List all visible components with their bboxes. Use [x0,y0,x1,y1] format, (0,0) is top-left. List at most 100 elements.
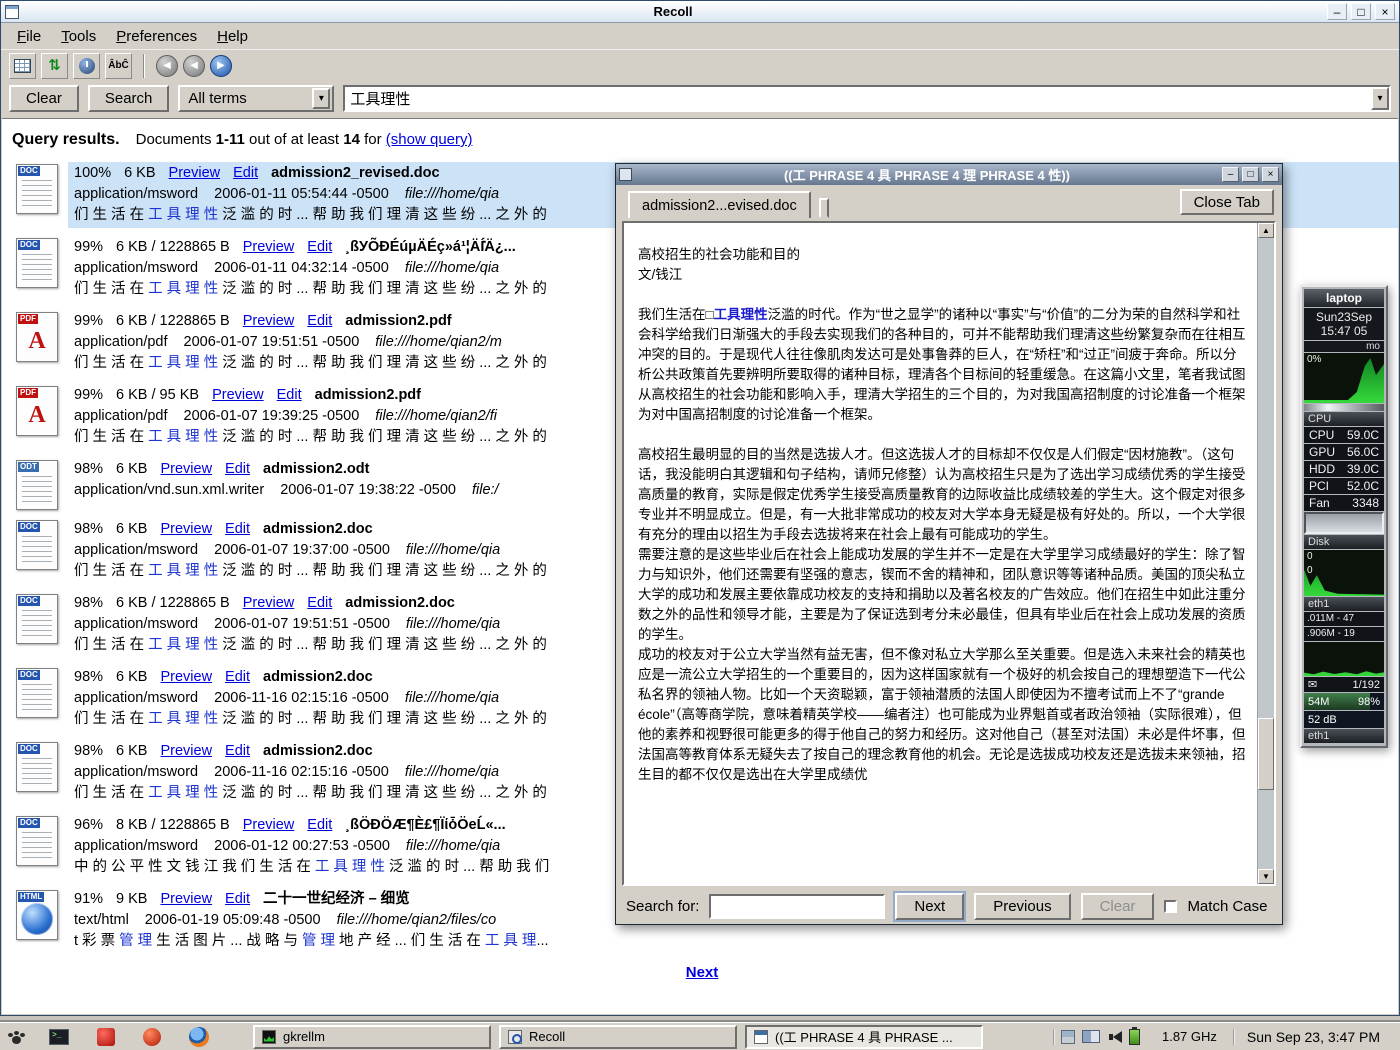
edit-link[interactable]: Edit [307,595,332,611]
preview-title-bar[interactable]: ((工 PHRASE 4 具 PHRASE 4 理 PHRASE 4 性)) –… [616,164,1282,185]
preview-link[interactable]: Preview [160,669,212,685]
menu-item[interactable]: Help [207,25,258,48]
taskbar-clock[interactable]: Sun Sep 23, 3:47 PM [1233,1029,1394,1045]
search-button[interactable]: Search [88,85,170,112]
media-player-launcher-icon[interactable] [97,1028,115,1046]
title-bar[interactable]: Recoll – □ × [1,1,1399,23]
file-type-icon[interactable] [16,238,58,288]
preview-link[interactable]: Preview [160,743,212,759]
menu-item[interactable]: File [7,25,51,48]
file-type-icon[interactable] [16,890,58,940]
preview-link[interactable]: Preview [160,461,212,477]
close-button[interactable]: × [1262,167,1279,182]
scrollbar-track[interactable] [1258,238,1274,869]
scrollbar-thumb[interactable] [1258,718,1274,790]
window-maker-icon[interactable] [12,1036,21,1044]
search-input[interactable] [345,87,1371,110]
file-type-icon[interactable] [16,386,58,436]
volume-icon[interactable] [1107,1031,1122,1043]
preview-link[interactable]: Preview [243,239,295,255]
maximize-button[interactable]: □ [1242,167,1259,182]
file-type-icon[interactable] [16,460,58,510]
show-query-link[interactable]: (show query) [386,131,473,148]
menu-item[interactable]: Tools [51,25,106,48]
keyboard-layout-icon[interactable] [1061,1030,1075,1044]
memory-meter[interactable]: 54M 98% [1304,693,1384,710]
previous-page-button[interactable]: ◀ [183,55,205,77]
terminal-launcher-icon[interactable] [49,1029,69,1045]
edit-link[interactable]: Edit [225,461,250,477]
minimize-button[interactable]: – [1222,167,1239,182]
history-button[interactable] [73,53,100,79]
search-mode-dropdown[interactable]: All terms ▾ [178,85,334,112]
firefox-launcher-icon[interactable] [189,1027,209,1047]
preview-link[interactable]: Preview [243,817,295,833]
minimize-button[interactable]: – [1327,3,1347,20]
task-label: ((工 PHRASE 4 具 PHRASE ... [775,1027,953,1046]
result-url: file:///home/qian2/fi [375,408,497,424]
close-button[interactable]: × [1375,3,1395,20]
window-menu-icon[interactable] [619,168,632,181]
task-window-icon [508,1030,522,1044]
file-type-icon[interactable] [16,164,58,214]
file-type-icon[interactable] [16,594,58,644]
file-type-icon[interactable] [16,816,58,866]
file-type-icon[interactable] [16,520,58,570]
find-next-button[interactable]: Next [895,893,964,920]
taskbar-task-button[interactable]: ((工 PHRASE 4 具 PHRASE ... [745,1025,983,1049]
edit-link[interactable]: Edit [225,521,250,537]
history-chevron-icon[interactable]: ▾ [1371,87,1389,110]
window-menu-icon[interactable] [5,5,19,19]
edit-link[interactable]: Edit [233,165,258,181]
preview-document-text[interactable]: 高校招生的社会功能和目的文/钱江我们生活在□工具理性泛滥的时代。作为“世之显学”… [624,223,1257,884]
preview-link[interactable]: Preview [212,387,264,403]
term-explorer-button[interactable]: ÂbĈ [105,53,132,79]
preview-paragraph: 高校招生最明显的目的当然是选拔人才。但这选拔人才的目标却不仅仅是人们假定“因材施… [638,445,1249,545]
menu-item[interactable]: Preferences [106,25,207,48]
preview-link[interactable]: Preview [169,165,221,181]
next-results-link[interactable]: Next [686,964,719,981]
results-total: 14 [343,131,360,148]
next-page-button[interactable]: ▶ [210,55,232,77]
edit-link[interactable]: Edit [307,817,332,833]
match-case-checkbox[interactable] [1164,900,1177,913]
preview-tab[interactable]: admission2...evised.doc [628,191,811,218]
table-view-button[interactable] [9,53,36,79]
taskbar-task-button[interactable]: Recoll [499,1025,737,1049]
edit-link[interactable]: Edit [307,313,332,329]
edit-link[interactable]: Edit [225,743,250,759]
maximize-button[interactable]: □ [1351,3,1371,20]
package-launcher-icon[interactable] [143,1028,161,1046]
file-type-icon[interactable] [16,742,58,792]
preview-scrollbar[interactable]: ▲ ▼ [1257,223,1274,884]
spell-icon: ÂbĈ [108,60,129,71]
text-segment: 泛 滥 的 时 ... 帮 助 我 们 理 清 这 些 纷 ... 之 外 的 [218,785,547,801]
first-page-button[interactable]: ◀ [156,55,178,77]
preview-link[interactable]: Preview [243,595,295,611]
taskbar-task-button[interactable]: gkrellm [253,1025,491,1049]
file-type-icon[interactable] [16,312,58,362]
edit-link[interactable]: Edit [225,669,250,685]
preview-link[interactable]: Preview [160,891,212,907]
volume-meter[interactable]: 52 dB [1304,711,1384,728]
relevance-percent: 98% [74,521,103,537]
find-previous-button[interactable]: Previous [974,893,1070,920]
find-clear-button[interactable]: Clear [1081,893,1155,920]
result-date: 2006-01-07 19:37:00 -0500 [214,542,390,558]
highlighted-term: 工 具 理 性 [148,711,218,727]
scroll-up-arrow[interactable]: ▲ [1258,223,1274,238]
preview-link[interactable]: Preview [243,313,295,329]
workspace-pager-icon[interactable] [1082,1030,1100,1043]
preview-search-input[interactable] [709,894,885,919]
sort-button[interactable]: ⇅ [41,53,68,79]
edit-link[interactable]: Edit [307,239,332,255]
sensor-row: CPU 59.0C [1304,427,1384,443]
battery-icon[interactable] [1129,1029,1140,1045]
edit-link[interactable]: Edit [225,891,250,907]
file-type-icon[interactable] [16,668,58,718]
edit-link[interactable]: Edit [277,387,302,403]
clear-button[interactable]: Clear [9,85,79,112]
close-tab-button[interactable]: Close Tab [1180,189,1274,215]
preview-link[interactable]: Preview [160,521,212,537]
scroll-down-arrow[interactable]: ▼ [1258,869,1274,884]
